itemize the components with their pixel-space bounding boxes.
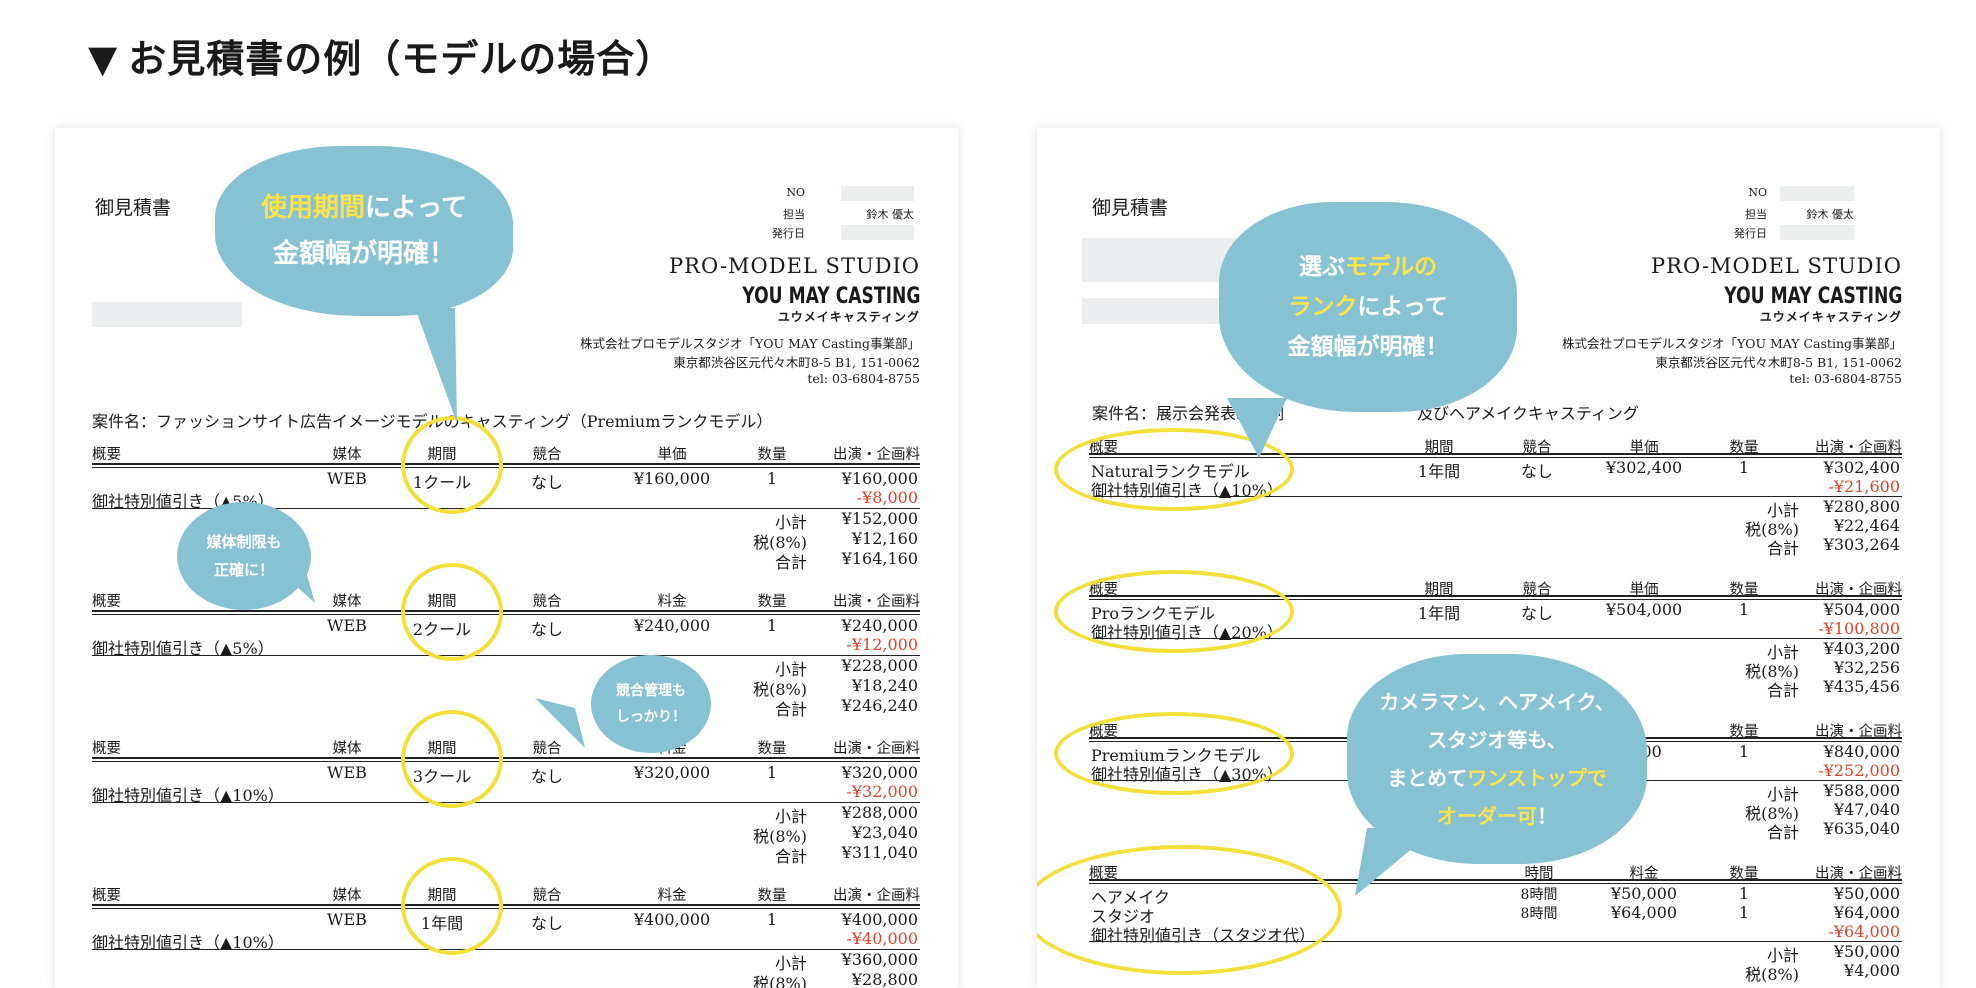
heading-text: お見積書の例（モデルの場合）	[128, 37, 675, 81]
callout-media-t2: 正確に！	[213, 561, 274, 579]
triangle-marker: ▼	[88, 37, 119, 81]
callout-media: 媒体制限も 正確に！	[177, 502, 311, 610]
estimate-sheet-left: 御見積書 NO 担当 鈴木 優太 発行日 PRO-MODEL STUDIO YO…	[55, 128, 958, 988]
page-heading: ▼ お見積書の例（モデルの場合）	[88, 28, 674, 83]
callout-competitor-t2: しっかり！	[616, 709, 686, 725]
callout-period-t1: によって	[365, 193, 467, 223]
callout-onestop-hl2: オーダー可	[1437, 804, 1537, 828]
callout-period: 使用期間によって 金額幅が明確！	[215, 146, 513, 316]
callout-rank-t3: 金額幅が明確！	[1287, 334, 1449, 360]
callout-onestop: カメラマン、ヘアメイク、 スタジオ等も、 まとめてワンストップで オーダー可！	[1347, 654, 1647, 864]
callout-onestop-t1: カメラマン、ヘアメイク、	[1379, 690, 1615, 714]
callout-onestop-hl1: ワンストップで	[1467, 766, 1607, 790]
callout-competitor-t1: 競合管理も	[616, 683, 686, 699]
callout-rank-hl1: モデルの	[1345, 254, 1437, 280]
callout-rank-t1: 選ぶ	[1299, 254, 1345, 280]
callout-competitor: 競合管理も しっかり！	[591, 655, 711, 753]
callout-rank: 選ぶモデルの ランクによって 金額幅が明確！	[1219, 202, 1517, 412]
callout-media-t1: 媒体制限も	[206, 533, 282, 551]
callout-rank-t2: によって	[1357, 294, 1448, 320]
callout-rank-hl2: ランク	[1288, 294, 1358, 320]
callout-onestop-t4: ！	[1537, 804, 1557, 828]
callout-onestop-t2: スタジオ等も、	[1427, 728, 1567, 752]
callout-period-hl: 使用期間	[261, 193, 366, 223]
estimate-sheet-right: 御見積書 NO 担当 鈴木 優太 発行日 PRO-MODEL STUDIO YO…	[1037, 128, 1940, 988]
callout-onestop-t3: まとめて	[1387, 766, 1468, 790]
callout-period-t2: 金額幅が明確！	[272, 239, 455, 269]
